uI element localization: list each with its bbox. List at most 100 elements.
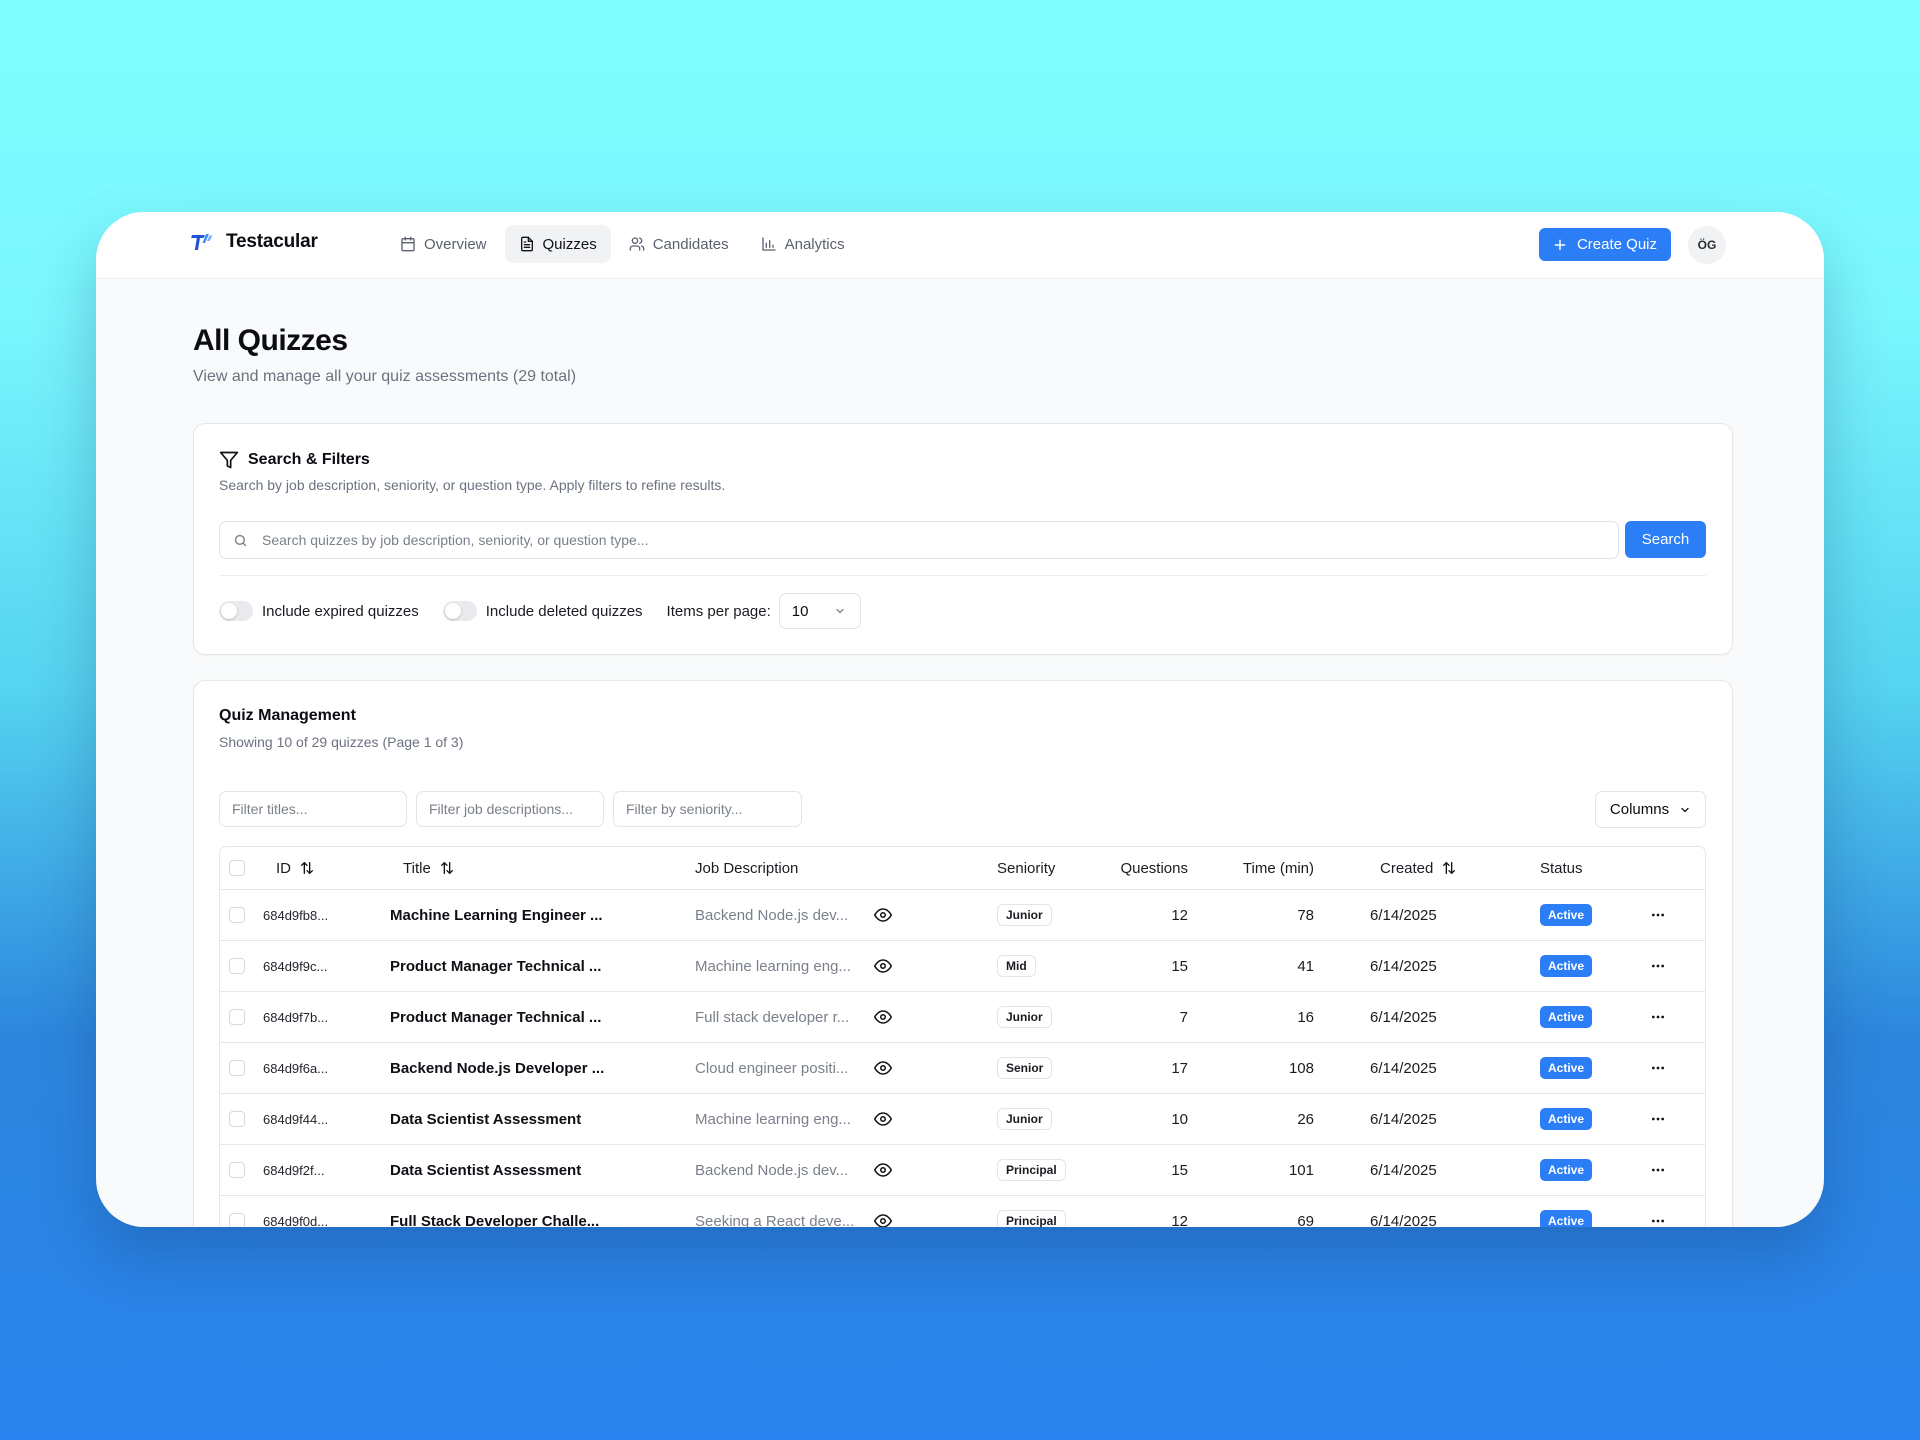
row-checkbox[interactable] (229, 907, 245, 923)
row-checkbox[interactable] (229, 1111, 245, 1127)
nav-overview[interactable]: Overview (386, 225, 501, 263)
management-title: Quiz Management (219, 707, 356, 725)
management-subtitle: Showing 10 of 29 quizzes (Page 1 of 3) (219, 734, 464, 750)
row-checkbox[interactable] (229, 1213, 245, 1227)
header-created[interactable]: Created (1380, 847, 1457, 889)
search-filters-card: Search & Filters Search by job descripti… (193, 423, 1733, 655)
table-row: 684d9f9c... Product Manager Technical ..… (220, 941, 1705, 992)
row-questions: 15 (1171, 1161, 1188, 1179)
filter-titles-input[interactable] (219, 791, 407, 827)
view-job-button[interactable] (874, 1196, 892, 1227)
top-navbar: Testacular Overview Quizzes Candidates A… (96, 212, 1824, 279)
include-deleted-toggle[interactable] (442, 601, 477, 621)
table-row: 684d9fb8... Machine Learning Engineer ..… (220, 890, 1705, 941)
row-created: 6/14/2025 (1370, 1008, 1437, 1026)
filters-divider (219, 575, 1706, 576)
view-job-button[interactable] (874, 992, 892, 1042)
create-quiz-button[interactable]: Create Quiz (1539, 228, 1671, 261)
row-actions-button[interactable] (1650, 1196, 1666, 1227)
filter-options: Include expired quizzes Include deleted … (219, 592, 861, 630)
columns-button[interactable]: Columns (1595, 791, 1706, 828)
row-title[interactable]: Data Scientist Assessment (390, 1145, 581, 1195)
row-title[interactable]: Product Manager Technical ... (390, 941, 601, 991)
row-select-cell (229, 1094, 245, 1144)
nav-overview-label: Overview (424, 235, 487, 253)
status-badge: Active (1540, 955, 1593, 977)
row-title[interactable]: Machine Learning Engineer ... (390, 890, 603, 940)
row-job-description: Machine learning eng... (695, 957, 851, 975)
include-expired-toggle[interactable] (219, 601, 253, 621)
seniority-badge: Junior (997, 904, 1052, 926)
create-quiz-label: Create Quiz (1576, 236, 1658, 253)
view-job-button[interactable] (874, 941, 892, 991)
header-id[interactable]: ID (276, 847, 315, 889)
row-checkbox[interactable] (229, 1009, 245, 1025)
quiz-table: ID Title Job Description Seniority Quest… (219, 846, 1706, 1227)
view-job-button[interactable] (874, 1043, 892, 1093)
row-title[interactable]: Backend Node.js Developer ... (390, 1043, 604, 1093)
row-checkbox[interactable] (229, 958, 245, 974)
table-row: 684d9f0d... Full Stack Developer Challe.… (220, 1196, 1705, 1227)
row-seniority-cell: Junior (997, 992, 1052, 1042)
row-title[interactable]: Data Scientist Assessment (390, 1094, 581, 1144)
row-time: 26 (1297, 1110, 1314, 1128)
more-horizontal-icon (1652, 913, 1664, 917)
row-time: 69 (1297, 1212, 1314, 1228)
sort-icon (440, 862, 453, 874)
row-questions: 12 (1171, 906, 1188, 924)
row-actions-button[interactable] (1650, 1043, 1666, 1093)
search-input[interactable] (260, 531, 1618, 549)
view-job-button[interactable] (874, 1094, 892, 1144)
row-checkbox[interactable] (229, 1060, 245, 1076)
nav-candidates[interactable]: Candidates (615, 225, 743, 263)
table-row: 684d9f44... Data Scientist Assessment Ma… (220, 1094, 1705, 1145)
row-id: 684d9f0d... (263, 1213, 329, 1228)
brand-logo-icon (191, 234, 213, 250)
header-job: Job Description (695, 859, 799, 877)
items-per-page-select[interactable]: 10 (778, 593, 861, 629)
users-icon (629, 237, 645, 251)
row-checkbox[interactable] (229, 1162, 245, 1178)
app-window: Testacular Overview Quizzes Candidates A… (96, 212, 1824, 1227)
row-actions-button[interactable] (1650, 1145, 1666, 1195)
more-horizontal-icon (1652, 964, 1664, 968)
bar-chart-icon (761, 237, 776, 251)
row-title[interactable]: Product Manager Technical ... (390, 992, 601, 1042)
row-job-description: Cloud engineer positi... (695, 1059, 849, 1077)
view-job-button[interactable] (874, 890, 892, 940)
row-actions-button[interactable] (1650, 1094, 1666, 1144)
nav-quizzes[interactable]: Quizzes (504, 225, 611, 263)
filter-jobs-input[interactable] (416, 791, 604, 827)
header-time: Time (min) (1242, 859, 1314, 877)
header-title[interactable]: Title (403, 847, 455, 889)
table-header: ID Title Job Description Seniority Quest… (220, 847, 1705, 890)
status-badge: Active (1540, 1159, 1593, 1181)
sort-icon (1443, 862, 1456, 874)
columns-label: Columns (1609, 801, 1670, 818)
filter-seniority-input[interactable] (613, 791, 802, 827)
status-badge: Active (1540, 904, 1593, 926)
row-id: 684d9f6a... (263, 1060, 329, 1076)
brand[interactable]: Testacular (190, 230, 318, 254)
row-status-cell: Active (1540, 992, 1593, 1042)
status-badge: Active (1540, 1210, 1593, 1227)
user-avatar[interactable]: ÖG (1688, 226, 1726, 264)
row-title[interactable]: Full Stack Developer Challe... (390, 1196, 599, 1228)
row-time: 101 (1288, 1161, 1314, 1179)
row-created: 6/14/2025 (1370, 1110, 1437, 1128)
row-status-cell: Active (1540, 1145, 1593, 1195)
row-actions-button[interactable] (1650, 890, 1666, 940)
view-job-button[interactable] (874, 1145, 892, 1195)
row-seniority-cell: Junior (997, 1094, 1052, 1144)
calendar-icon (401, 236, 415, 252)
nav-analytics[interactable]: Analytics (747, 225, 859, 263)
row-seniority-cell: Junior (997, 890, 1052, 940)
search-button[interactable]: Search (1625, 521, 1706, 558)
table-row: 684d9f2f... Data Scientist Assessment Ba… (220, 1145, 1705, 1196)
select-all-checkbox[interactable] (229, 860, 245, 876)
brand-name: Testacular (226, 231, 318, 252)
row-created: 6/14/2025 (1370, 906, 1437, 924)
row-actions-button[interactable] (1650, 992, 1666, 1042)
row-actions-button[interactable] (1650, 941, 1666, 991)
header-created-label: Created (1380, 859, 1434, 877)
